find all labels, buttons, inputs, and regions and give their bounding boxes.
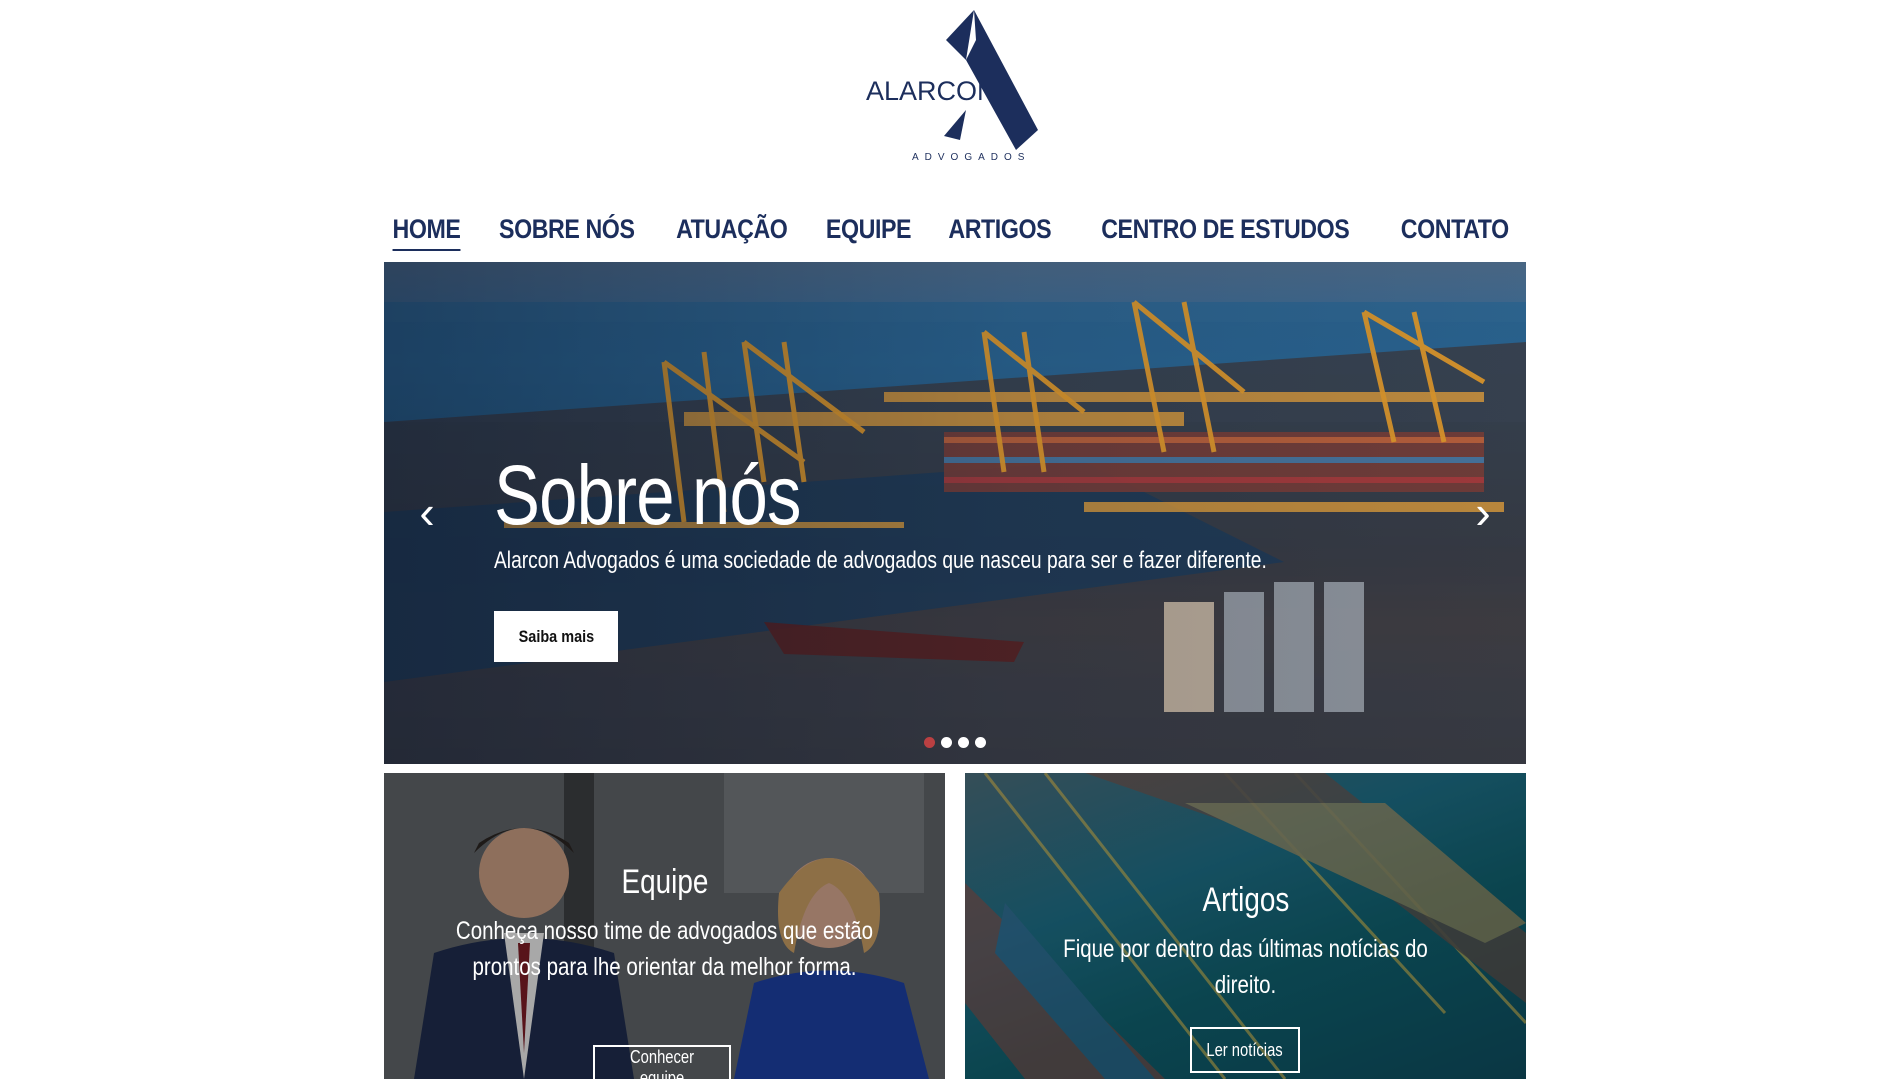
nav-atuacao[interactable]: ATUAÇÃO [676, 214, 788, 251]
conhecer-equipe-button[interactable]: Conhecer equipe [593, 1045, 731, 1079]
brand-logo[interactable]: ALARCON ADVOGADOS [856, 10, 1056, 170]
nav-equipe[interactable]: EQUIPE [826, 214, 912, 251]
team-card[interactable]: Equipe Conheça nosso time de advogados q… [384, 773, 945, 1079]
articles-title: Artigos [1202, 881, 1289, 919]
articles-card[interactable]: Artigos Fique por dentro das últimas not… [965, 773, 1526, 1079]
nav-sobre-nos[interactable]: SOBRE NÓS [499, 214, 635, 251]
slide-dot-1[interactable] [924, 737, 935, 748]
slider-dots [924, 737, 986, 748]
chevron-left-icon[interactable]: ‹ [412, 489, 442, 535]
brand-tagline: ADVOGADOS [912, 152, 1030, 163]
team-text: Conheça nosso time de advogados que estã… [455, 917, 874, 981]
nav-artigos[interactable]: ARTIGOS [948, 214, 1051, 251]
nav-home[interactable]: HOME [392, 214, 461, 251]
hero-slider: ‹ › Sobre nós Alarcon Advogados é uma so… [384, 262, 1526, 764]
slide-dot-3[interactable] [958, 737, 969, 748]
hero-subtitle: Alarcon Advogados é uma sociedade de adv… [494, 547, 1267, 574]
chevron-right-icon[interactable]: › [1468, 489, 1498, 535]
articles-text: Fique por dentro das últimas notícias do… [1063, 935, 1428, 999]
slide-dot-4[interactable] [975, 737, 986, 748]
slide-dot-2[interactable] [941, 737, 952, 748]
team-title: Equipe [621, 863, 708, 901]
logo-mark-icon: ALARCON ADVOGADOS [866, 10, 1038, 163]
saiba-mais-label: Saiba mais [518, 626, 594, 646]
nav-contato[interactable]: CONTATO [1401, 214, 1509, 251]
hero-title: Sobre nós [494, 448, 801, 542]
saiba-mais-button[interactable]: Saiba mais [494, 611, 618, 662]
main-nav: HOME SOBRE NÓS ATUAÇÃO EQUIPE ARTIGOS CE… [0, 214, 1904, 251]
nav-centro-de-estudos[interactable]: CENTRO DE ESTUDOS [1101, 214, 1350, 251]
ler-noticias-button[interactable]: Ler notícias [1190, 1027, 1300, 1073]
brand-name: ALARCON [866, 76, 997, 106]
